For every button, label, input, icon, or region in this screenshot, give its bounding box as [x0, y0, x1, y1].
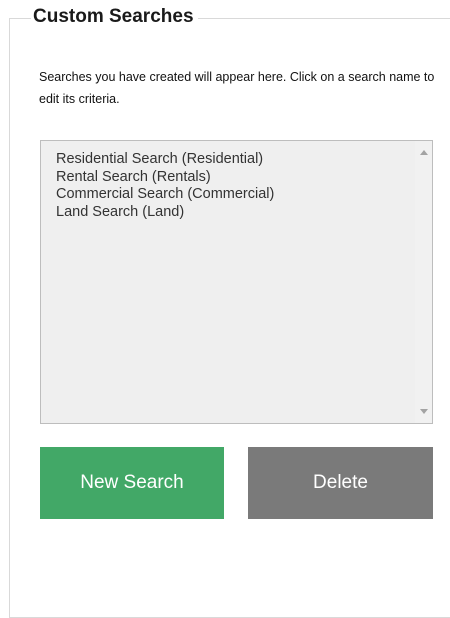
panel-description: Searches you have created will appear he… [39, 70, 435, 106]
search-item-rental[interactable]: Rental Search (Rentals) [56, 169, 274, 187]
delete-button[interactable]: Delete [248, 447, 433, 519]
search-item-commercial[interactable]: Commercial Search (Commercial) [56, 186, 274, 204]
search-item-residential[interactable]: Residential Search (Residential) [56, 151, 274, 169]
panel-title: Custom Searches [31, 4, 198, 30]
new-search-button[interactable]: New Search [40, 447, 224, 519]
searches-list: Residential Search (Residential) Rental … [56, 151, 274, 221]
search-item-land[interactable]: Land Search (Land) [56, 204, 274, 222]
searches-listbox[interactable]: Residential Search (Residential) Rental … [40, 140, 433, 424]
scroll-down-arrow-icon[interactable] [420, 409, 428, 414]
listbox-scrollbar[interactable] [415, 141, 432, 423]
scroll-up-arrow-icon[interactable] [420, 150, 428, 155]
